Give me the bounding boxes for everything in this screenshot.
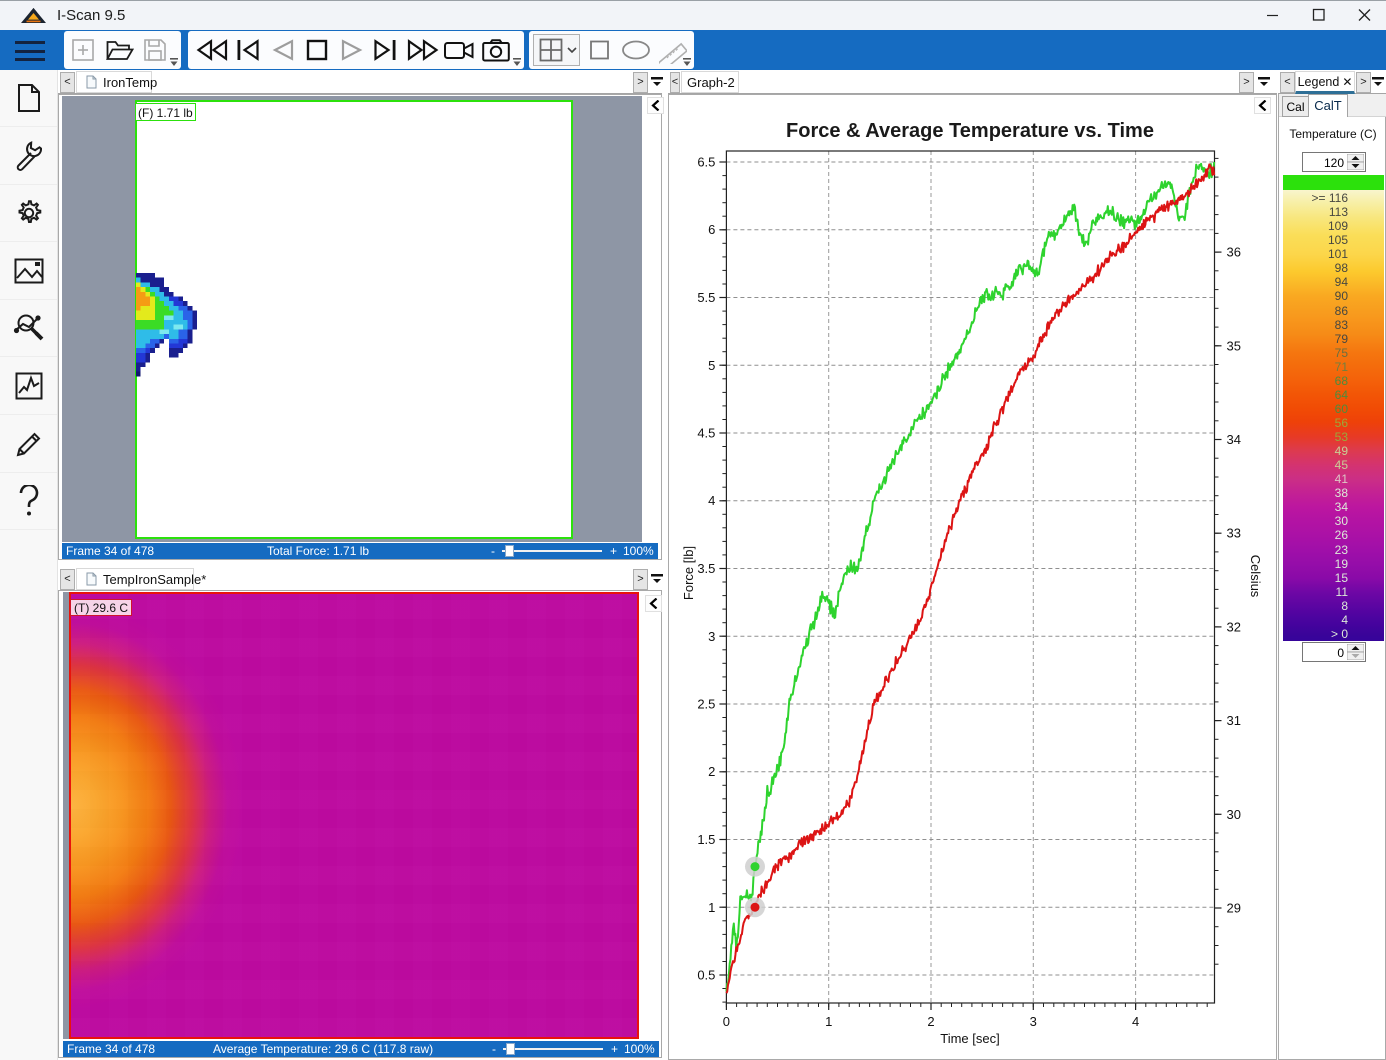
svg-text:34: 34 xyxy=(1227,432,1241,447)
svg-text:1: 1 xyxy=(825,1014,832,1029)
svg-text:35: 35 xyxy=(1227,338,1241,353)
svg-text:29: 29 xyxy=(1227,901,1241,916)
svg-text:33: 33 xyxy=(1227,526,1241,541)
svg-text:1.5: 1.5 xyxy=(697,832,715,847)
svg-text:6.5: 6.5 xyxy=(697,155,715,170)
svg-text:0.5: 0.5 xyxy=(697,968,715,983)
svg-text:4: 4 xyxy=(708,493,715,508)
svg-text:32: 32 xyxy=(1227,619,1241,634)
svg-text:1: 1 xyxy=(708,900,715,915)
svg-text:36: 36 xyxy=(1227,245,1241,260)
svg-text:30: 30 xyxy=(1227,807,1241,822)
svg-text:5.5: 5.5 xyxy=(697,290,715,305)
svg-text:4.5: 4.5 xyxy=(697,426,715,441)
svg-text:2: 2 xyxy=(927,1014,934,1029)
svg-text:3: 3 xyxy=(708,629,715,644)
svg-text:Time [sec]: Time [sec] xyxy=(940,1031,999,1046)
svg-text:0: 0 xyxy=(723,1014,730,1029)
svg-text:31: 31 xyxy=(1227,713,1241,728)
svg-text:Celsius: Celsius xyxy=(1248,555,1263,598)
svg-text:Force [lb]: Force [lb] xyxy=(681,546,696,600)
svg-text:2.5: 2.5 xyxy=(697,697,715,712)
svg-text:4: 4 xyxy=(1132,1014,1139,1029)
svg-text:3.5: 3.5 xyxy=(697,561,715,576)
svg-text:2: 2 xyxy=(708,764,715,779)
svg-text:5: 5 xyxy=(708,358,715,373)
svg-text:6: 6 xyxy=(708,222,715,237)
svg-text:Force & Average Temperature vs: Force & Average Temperature vs. Time xyxy=(786,120,1154,142)
svg-text:3: 3 xyxy=(1030,1014,1037,1029)
